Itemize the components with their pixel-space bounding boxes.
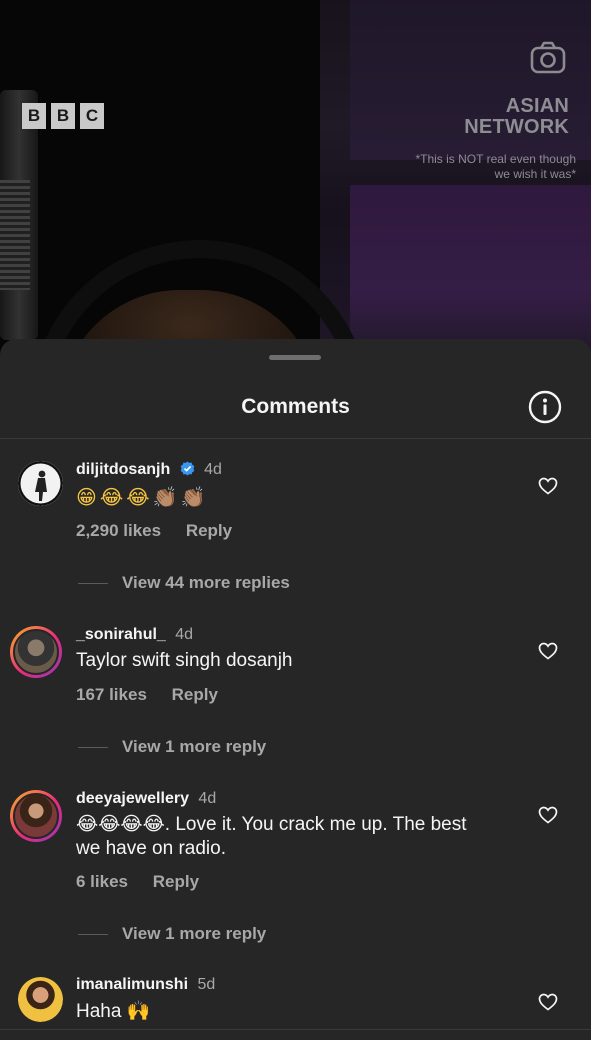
camera-icon[interactable] — [530, 41, 566, 74]
network-title-line1: ASIAN — [505, 95, 569, 117]
reply-button[interactable]: Reply — [153, 872, 199, 891]
username-text[interactable]: imanalimunshi — [76, 976, 188, 993]
comment-username[interactable]: imanalimunshi 5d — [76, 976, 215, 994]
avatar[interactable] — [10, 790, 62, 842]
asian-network-logo: ASIAN NETWORK — [464, 96, 569, 138]
view-replies-button[interactable]: View 44 more replies — [78, 573, 290, 593]
comment-time: 4d — [204, 461, 222, 478]
bbc-logo-letter: B — [22, 103, 46, 129]
network-title-line2: NETWORK — [464, 116, 569, 138]
reply-button[interactable]: Reply — [186, 521, 232, 540]
view-replies-button[interactable]: View 1 more reply — [78, 924, 266, 944]
like-count[interactable]: 167 likes — [76, 685, 147, 704]
avatar[interactable] — [10, 626, 62, 678]
reply-button[interactable]: Reply — [172, 685, 218, 704]
bbc-logo: B B C — [22, 103, 104, 129]
comment-time: 5d — [197, 976, 216, 993]
avatar-image — [18, 461, 63, 506]
comment-username[interactable]: _sonirahul_ 4d — [76, 626, 193, 644]
network-note: *This is NOT real even though we wish it… — [415, 152, 576, 181]
bbc-logo-letter: C — [80, 103, 104, 129]
comment-meta: 2,290 likes Reply — [76, 521, 232, 541]
info-icon[interactable] — [528, 390, 562, 424]
view-replies-button[interactable]: View 1 more reply — [78, 737, 266, 757]
heart-icon[interactable] — [538, 806, 558, 824]
avatar[interactable] — [18, 461, 63, 506]
comments-sheet: Comments diljitdosanjh 4d 😁😂😂👏🏽👏🏽 2,290 … — [0, 339, 591, 1040]
avatar[interactable] — [18, 977, 63, 1022]
verified-badge-icon — [180, 461, 194, 476]
heart-icon[interactable] — [538, 993, 558, 1011]
comment-meta: 6 likes Reply — [76, 872, 199, 892]
username-text[interactable]: deeyajewellery — [76, 790, 189, 807]
like-count[interactable]: 6 likes — [76, 872, 128, 891]
comment-meta: 167 likes Reply — [76, 685, 218, 705]
drag-handle[interactable] — [269, 355, 321, 360]
comment-text: Haha 🙌 — [76, 1001, 151, 1022]
comment-time: 4d — [175, 626, 194, 643]
sheet-title: Comments — [241, 395, 350, 418]
comment-time: 4d — [198, 790, 217, 807]
username-text[interactable]: diljitdosanjh — [76, 461, 170, 478]
avatar-image — [13, 629, 59, 675]
avatar-image — [13, 793, 59, 839]
comment-username[interactable]: deeyajewellery 4d — [76, 790, 216, 808]
avatar-image — [18, 977, 63, 1022]
bottom-divider — [0, 1029, 591, 1030]
comment-username[interactable]: diljitdosanjh 4d — [76, 461, 222, 479]
username-text[interactable]: _sonirahul_ — [76, 626, 166, 643]
comment-text: Taylor swift singh dosanjh — [76, 650, 293, 671]
divider — [0, 438, 591, 439]
video-background: B B C ASIAN NETWORK *This is NOT real ev… — [0, 0, 591, 360]
like-count[interactable]: 2,290 likes — [76, 521, 161, 540]
bbc-logo-letter: B — [51, 103, 75, 129]
heart-icon[interactable] — [538, 477, 558, 495]
comment-text: 😂😂😂😂. Love it. You crack me up. The best… — [76, 814, 467, 859]
heart-icon[interactable] — [538, 642, 558, 660]
comment-text: 😁😂😂👏🏽👏🏽 — [76, 485, 209, 509]
